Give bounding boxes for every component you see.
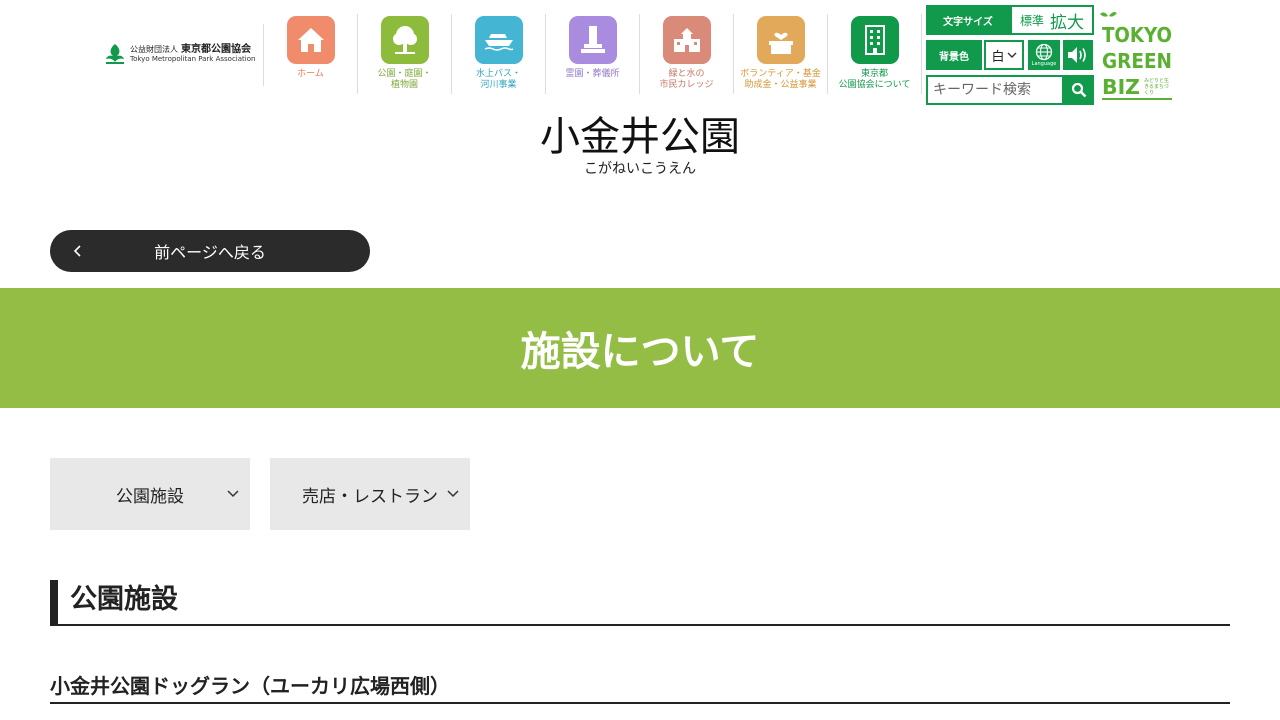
chevron-left-icon (73, 245, 81, 257)
nav-college-label: 緑と水の 市民カレッジ (659, 69, 714, 91)
globe-icon (1035, 43, 1053, 61)
back-button-label: 前ページへ戻る (154, 243, 266, 262)
search-icon (1071, 82, 1087, 98)
tab-shops-restaurants[interactable]: 売店・レストラン (270, 458, 470, 530)
font-size-switcher: 標準 拡大 (1010, 5, 1094, 35)
monument-icon (568, 16, 617, 64)
section-heading: 公園施設 (50, 580, 1230, 626)
nav-cemetery-label: 霊園・葬儀所 (565, 69, 620, 79)
banner-title: 施設について (520, 329, 760, 375)
nav-about-label: 東京都 公園協会について (838, 69, 911, 91)
background-color-select[interactable]: 白 (984, 40, 1024, 70)
nav-volunteer[interactable]: ボランティア・基金 助成金・公益事業 (734, 14, 828, 94)
facility-heading: 小金井公園ドッグラン（ユーカリ広場西側） (50, 672, 1230, 704)
tgb-line3: BIZ (1102, 75, 1140, 99)
page-title-reading: こがねいこうえん (584, 161, 696, 177)
nav-home[interactable]: ホーム (264, 14, 358, 94)
logo-name: 東京都公園協会 (181, 44, 251, 56)
search-button[interactable] (1064, 75, 1094, 105)
site-header: 公益財団法人 東京都公園協会 Tokyo Metropolitan Park As… (0, 0, 1280, 110)
tgb-line1: TOKYO (1102, 23, 1172, 47)
font-size-large-button[interactable]: 拡大 (1050, 8, 1084, 33)
nav-about[interactable]: 東京都 公園協会について (828, 14, 922, 94)
logo-name-en: Tokyo Metropolitan Park Association (130, 54, 256, 63)
tokyo-green-biz-logo[interactable]: TOKYO GREEN BIZ みどりと生きるまちづくり (1100, 10, 1174, 102)
page-title: 小金井公園 (540, 114, 740, 160)
tmpa-logo[interactable]: 公益財団法人 東京都公園協会 Tokyo Metropolitan Park As… (104, 42, 255, 66)
home-icon (286, 16, 335, 64)
tab-park-facilities-label: 公園施設 (116, 486, 184, 507)
background-color-value: 白 (991, 49, 1005, 65)
search-input[interactable] (926, 75, 1064, 105)
language-label: Language (1031, 61, 1057, 67)
site-search (926, 75, 1094, 105)
nav-parks[interactable]: 公園・庭園・ 植物園 (358, 14, 452, 94)
boat-icon (474, 16, 523, 64)
background-color-label: 背景色 (926, 40, 982, 70)
nav-volunteer-label: ボランティア・基金 助成金・公益事業 (740, 69, 821, 91)
nav-college[interactable]: 緑と水の 市民カレッジ (640, 14, 734, 94)
tab-shops-restaurants-label: 売店・レストラン (302, 486, 438, 507)
font-size-standard-button[interactable]: 標準 (1020, 12, 1044, 29)
language-button[interactable]: Language (1028, 40, 1060, 70)
heart-box-icon (756, 16, 805, 64)
nav-waterbus-label: 水上バス・ 河川事業 (475, 69, 521, 91)
tree-icon (380, 16, 429, 64)
tab-park-facilities[interactable]: 公園施設 (50, 458, 250, 530)
read-aloud-button[interactable] (1063, 40, 1093, 70)
chevron-down-icon (1007, 52, 1016, 58)
nav-cemetery[interactable]: 霊園・葬儀所 (546, 14, 640, 94)
accessibility-tools: 文字サイズ 標準 拡大 背景色 白 Language (926, 5, 1094, 105)
chevron-down-icon (227, 490, 239, 498)
font-size-label: 文字サイズ (926, 5, 1010, 35)
school-icon (662, 16, 711, 64)
chevron-down-icon (447, 490, 459, 498)
nav-waterbus[interactable]: 水上バス・ 河川事業 (452, 14, 546, 94)
nav-parks-label: 公園・庭園・ 植物園 (377, 69, 432, 91)
nav-home-label: ホーム (297, 69, 324, 79)
tgb-tagline: みどりと生きるまちづくり (1144, 78, 1170, 96)
logo-prefix: 公益財団法人 (130, 45, 178, 55)
back-button[interactable]: 前ページへ戻る (50, 230, 370, 272)
tmpa-logo-mark-icon (106, 44, 124, 64)
tgb-line2: GREEN (1102, 49, 1172, 73)
main-nav: ホーム 公園・庭園・ 植物園 水上バス・ 河川事業 霊園・葬儀所 緑と水の 市民… (264, 14, 922, 94)
speaker-icon (1068, 47, 1086, 63)
section-banner: 施設について (0, 288, 1280, 408)
building-icon (850, 16, 899, 64)
